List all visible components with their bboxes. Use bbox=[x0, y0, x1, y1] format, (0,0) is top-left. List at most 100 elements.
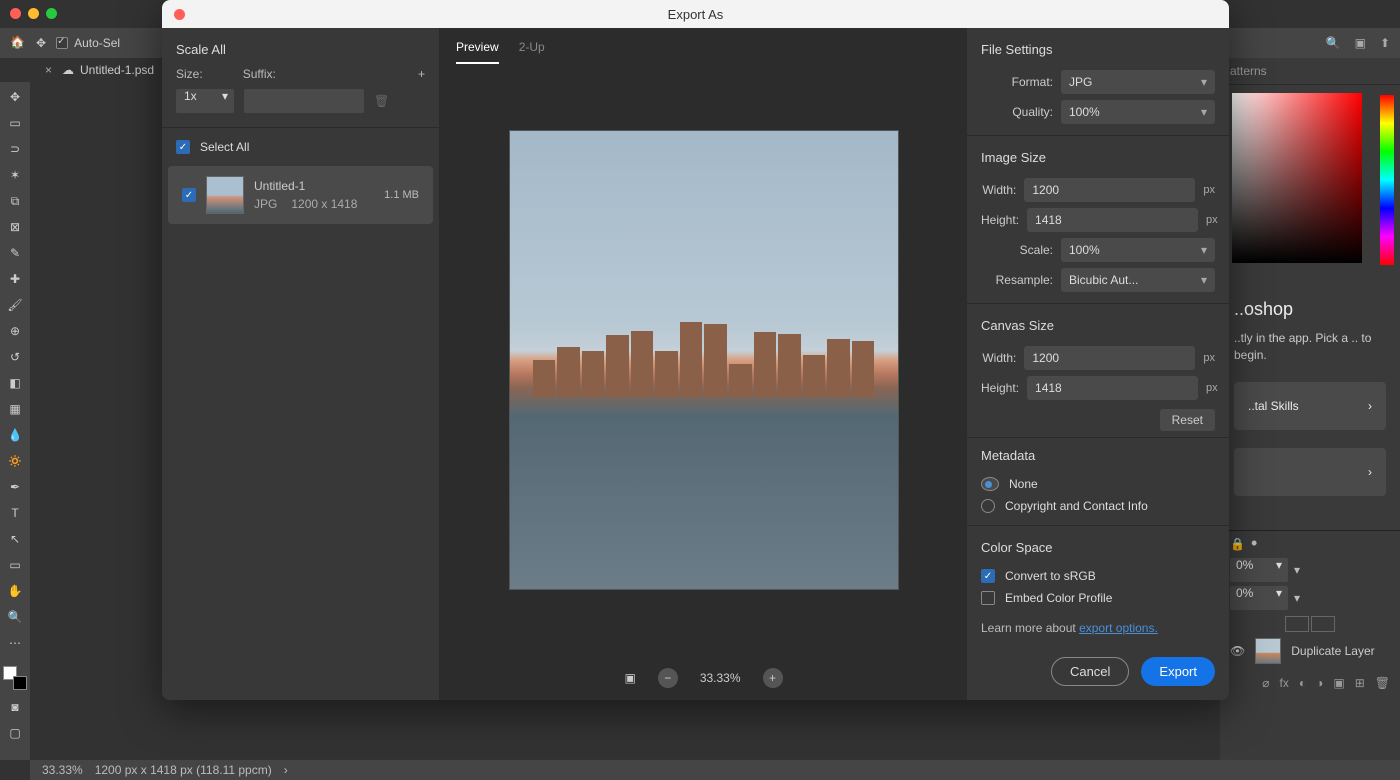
add-scale-icon[interactable]: + bbox=[418, 67, 425, 81]
layer-thumb-small[interactable] bbox=[1311, 616, 1335, 632]
select-all-checkbox[interactable]: ✓ bbox=[176, 140, 190, 154]
zoom-in-button[interactable]: + bbox=[763, 668, 783, 688]
width-input[interactable] bbox=[1024, 178, 1195, 202]
mask-icon[interactable]: ◐ bbox=[1299, 676, 1306, 690]
radio-none[interactable] bbox=[981, 477, 999, 491]
asset-checkbox[interactable]: ✓ bbox=[182, 188, 196, 202]
link-icon[interactable]: ⌀ bbox=[1262, 676, 1269, 690]
preview-canvas[interactable] bbox=[440, 64, 967, 656]
export-options-link[interactable]: export options. bbox=[1079, 621, 1158, 635]
fx-icon[interactable]: fx bbox=[1280, 676, 1289, 690]
new-layer-icon[interactable]: ⊞ bbox=[1355, 676, 1365, 690]
canvas-height-input[interactable] bbox=[1027, 376, 1198, 400]
select-all-row[interactable]: ✓ Select All bbox=[162, 128, 439, 166]
move-tool-icon[interactable]: ✥ bbox=[36, 36, 46, 50]
dialog-close[interactable] bbox=[174, 9, 185, 20]
minimize-window[interactable] bbox=[28, 8, 39, 19]
dialog-titlebar[interactable]: Export As bbox=[162, 0, 1229, 28]
layer-thumbnail[interactable] bbox=[1255, 638, 1281, 664]
home-icon[interactable]: 🏠 bbox=[10, 35, 26, 51]
close-window[interactable] bbox=[10, 8, 21, 19]
lock-icon[interactable]: 🔒 bbox=[1230, 537, 1245, 551]
screenmode-tool[interactable]: ▢ bbox=[6, 724, 24, 742]
hand-tool[interactable]: ✋ bbox=[6, 582, 24, 600]
learn-card-skills[interactable]: ..tal Skills › bbox=[1234, 382, 1386, 430]
zoom-level[interactable]: 33.33% bbox=[700, 671, 741, 685]
asset-item[interactable]: ✓ Untitled-1 JPG 1200 x 1418 1.1 MB bbox=[168, 166, 433, 224]
export-button[interactable]: Export bbox=[1141, 657, 1215, 686]
radio-contact[interactable] bbox=[981, 499, 995, 513]
chevron-down-icon[interactable]: ▾ bbox=[1294, 591, 1300, 605]
background-color[interactable] bbox=[13, 676, 27, 690]
height-input[interactable] bbox=[1027, 208, 1198, 232]
status-zoom[interactable]: 33.33% bbox=[42, 763, 83, 777]
wand-tool[interactable]: ✶ bbox=[6, 166, 24, 184]
shape-tool[interactable]: ▭ bbox=[6, 556, 24, 574]
color-swatches[interactable] bbox=[3, 666, 27, 690]
frame-tool[interactable]: ⊠ bbox=[6, 218, 24, 236]
scale-select[interactable]: 1x bbox=[176, 89, 234, 113]
cancel-button[interactable]: Cancel bbox=[1051, 657, 1129, 686]
layer-thumb-small[interactable] bbox=[1285, 616, 1309, 632]
eyedropper-tool[interactable]: ✎ bbox=[6, 244, 24, 262]
path-tool[interactable]: ↖ bbox=[6, 530, 24, 548]
search-icon[interactable]: 🔍 bbox=[1326, 36, 1341, 50]
marquee-tool[interactable]: ▭ bbox=[6, 114, 24, 132]
convert-srgb-checkbox[interactable]: ✓ bbox=[981, 569, 995, 583]
learn-card-2[interactable]: › bbox=[1234, 448, 1386, 496]
brush-tool[interactable]: 🖌 bbox=[6, 296, 24, 314]
eraser-tool[interactable]: ◧ bbox=[6, 374, 24, 392]
fill-value[interactable]: 0% bbox=[1230, 586, 1288, 610]
blur-tool[interactable]: 💧 bbox=[6, 426, 24, 444]
color-field[interactable] bbox=[1232, 93, 1362, 263]
metadata-none-row[interactable]: None bbox=[967, 473, 1229, 495]
zoom-tool[interactable]: 🔍 bbox=[6, 608, 24, 626]
fit-icon[interactable]: ▣ bbox=[624, 671, 635, 685]
layer-name[interactable]: Duplicate Layer bbox=[1291, 644, 1374, 658]
folder-icon[interactable]: ▣ bbox=[1333, 676, 1344, 690]
resample-select[interactable]: Bicubic Aut... bbox=[1061, 268, 1215, 292]
hue-slider[interactable] bbox=[1380, 95, 1394, 265]
dodge-tool[interactable]: 🔅 bbox=[6, 452, 24, 470]
trash-icon[interactable]: 🗑 bbox=[1375, 676, 1390, 690]
history-brush-tool[interactable]: ↺ bbox=[6, 348, 24, 366]
zoom-out-button[interactable]: − bbox=[658, 668, 678, 688]
share-icon[interactable]: ⬆ bbox=[1380, 36, 1390, 50]
metadata-contact-row[interactable]: Copyright and Contact Info bbox=[967, 495, 1229, 517]
crop-tool[interactable]: ⧉ bbox=[6, 192, 24, 210]
auto-select-checkbox[interactable]: Auto-Sel bbox=[56, 36, 120, 50]
move-tool[interactable]: ✥ bbox=[6, 88, 24, 106]
window-controls[interactable] bbox=[10, 8, 57, 19]
opacity-value[interactable]: 0% bbox=[1230, 558, 1288, 582]
pen-tool[interactable]: ✒ bbox=[6, 478, 24, 496]
layer-row[interactable]: 👁 Duplicate Layer bbox=[1220, 632, 1400, 670]
lasso-tool[interactable]: ⊃ bbox=[6, 140, 24, 158]
quality-select[interactable]: 100% bbox=[1061, 100, 1215, 124]
gradient-tool[interactable]: ▦ bbox=[6, 400, 24, 418]
suffix-input[interactable] bbox=[244, 89, 364, 113]
quickmask-tool[interactable]: ◙ bbox=[6, 698, 24, 716]
embed-profile-checkbox[interactable] bbox=[981, 591, 995, 605]
more-tools[interactable]: ⋯ bbox=[6, 634, 24, 652]
canvas-width-input[interactable] bbox=[1024, 346, 1195, 370]
visibility-icon[interactable]: 👁 bbox=[1230, 644, 1245, 658]
delete-scale-icon[interactable]: 🗑 bbox=[374, 94, 389, 108]
document-tab[interactable]: × ☁ Untitled-1.psd bbox=[35, 58, 164, 82]
workspace-icon[interactable]: ▣ bbox=[1355, 36, 1366, 50]
tab-preview[interactable]: Preview bbox=[456, 40, 499, 64]
color-picker-panel[interactable] bbox=[1220, 85, 1400, 285]
tab-patterns[interactable]: atterns bbox=[1230, 64, 1267, 78]
close-tab-icon[interactable]: × bbox=[45, 63, 52, 77]
embed-profile-row[interactable]: Embed Color Profile bbox=[967, 587, 1229, 609]
stamp-tool[interactable]: ⊕ bbox=[6, 322, 24, 340]
convert-srgb-row[interactable]: ✓ Convert to sRGB bbox=[967, 565, 1229, 587]
reset-button[interactable]: Reset bbox=[1160, 409, 1215, 431]
heal-tool[interactable]: ✚ bbox=[6, 270, 24, 288]
maximize-window[interactable] bbox=[46, 8, 57, 19]
tab-2up[interactable]: 2-Up bbox=[519, 40, 545, 64]
format-select[interactable]: JPG bbox=[1061, 70, 1215, 94]
chevron-down-icon[interactable]: ▾ bbox=[1294, 563, 1300, 577]
type-tool[interactable]: T bbox=[6, 504, 24, 522]
status-chevron-icon[interactable]: › bbox=[284, 763, 288, 777]
adjustment-icon[interactable]: ◑ bbox=[1316, 676, 1323, 690]
